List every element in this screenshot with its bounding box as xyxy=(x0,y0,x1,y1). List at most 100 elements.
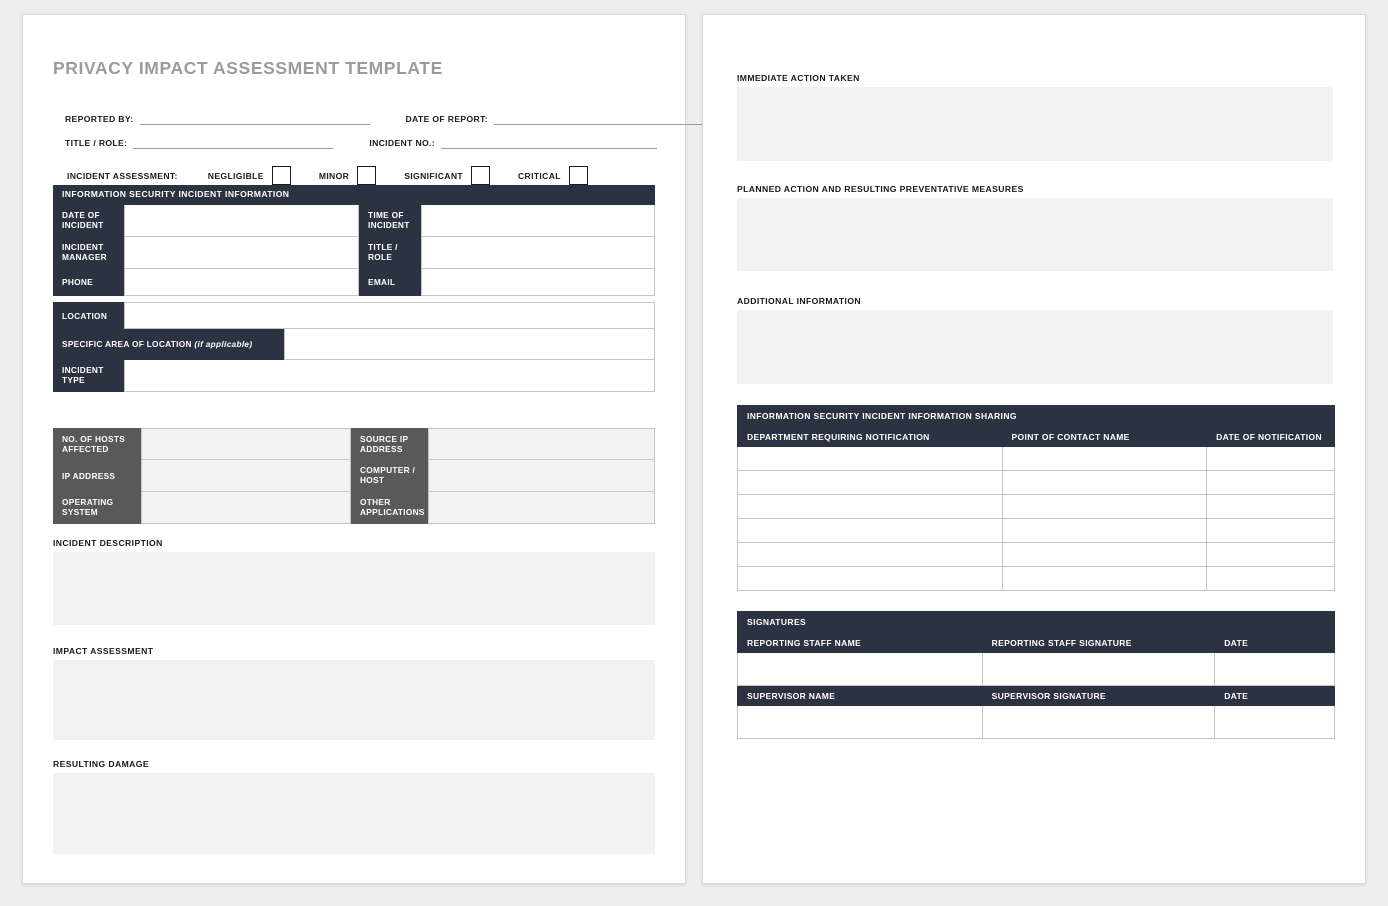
document-page-2: IMMEDIATE ACTION TAKEN PLANNED ACTION AN… xyxy=(702,14,1366,884)
assessment-option-negligible[interactable]: NEGLIGIBLE xyxy=(208,166,291,185)
cell-department[interactable] xyxy=(737,470,1003,495)
incident-assessment-label: INCIDENT ASSESSMENT: xyxy=(67,170,178,181)
planned-action-block: PLANNED ACTION AND RESULTING PREVENTATIV… xyxy=(737,184,1333,271)
impact-assessment-input[interactable] xyxy=(53,660,655,740)
incident-description-input[interactable] xyxy=(53,552,655,625)
checkbox-negligible[interactable] xyxy=(271,166,291,185)
assessment-option-critical[interactable]: CRITICAL xyxy=(518,166,588,185)
cell-date[interactable] xyxy=(1206,566,1335,591)
meta-row-1: REPORTED BY: DATE OF REPORT: xyxy=(65,112,710,125)
input-ip-address[interactable] xyxy=(141,460,351,492)
input-phone[interactable] xyxy=(124,268,359,296)
date-of-report-input[interactable] xyxy=(493,112,710,125)
date-of-report-label: DATE OF REPORT: xyxy=(405,114,488,124)
label-operating-system: OPERATING SYSTEM xyxy=(53,492,141,524)
cell-date[interactable] xyxy=(1206,494,1335,519)
assessment-option-minor[interactable]: MINOR xyxy=(319,166,377,185)
input-supervisor-date[interactable] xyxy=(1214,705,1335,739)
cell-date[interactable] xyxy=(1206,542,1335,567)
label-date-of-incident: DATE OF INCIDENT xyxy=(53,204,124,237)
cell-contact[interactable] xyxy=(1001,542,1208,567)
input-source-ip-address[interactable] xyxy=(428,428,655,460)
immediate-action-input[interactable] xyxy=(737,87,1333,161)
title-role-input[interactable] xyxy=(133,136,333,149)
incident-information-banner: INFORMATION SECURITY INCIDENT INFORMATIO… xyxy=(53,185,655,205)
input-operating-system[interactable] xyxy=(141,492,351,524)
input-incident-type[interactable] xyxy=(124,359,655,392)
planned-action-input[interactable] xyxy=(737,198,1333,271)
input-computer-host[interactable] xyxy=(428,460,655,492)
information-sharing-table: INFORMATION SECURITY INCIDENT INFORMATIO… xyxy=(737,405,1335,591)
incident-no-field[interactable]: INCIDENT NO.: xyxy=(369,136,657,149)
cell-department[interactable] xyxy=(737,494,1003,519)
incident-no-input[interactable] xyxy=(441,136,657,149)
input-reporting-staff-name[interactable] xyxy=(737,652,983,686)
checkbox-critical[interactable] xyxy=(568,166,588,185)
additional-information-input[interactable] xyxy=(737,310,1333,384)
input-email[interactable] xyxy=(421,268,655,296)
input-specific-area-of-location[interactable] xyxy=(284,328,655,360)
col-reporting-staff-signature: REPORTING STAFF SIGNATURE xyxy=(981,632,1216,653)
title-role-field[interactable]: TITLE / ROLE: xyxy=(65,136,333,149)
table-row: INCIDENT MANAGER TITLE / ROLE xyxy=(53,236,655,269)
signatures-table: SIGNATURES REPORTING STAFF NAME REPORTIN… xyxy=(737,611,1335,739)
cell-date[interactable] xyxy=(1206,470,1335,495)
impact-assessment-block: IMPACT ASSESSMENT xyxy=(53,646,655,740)
reported-by-field[interactable]: REPORTED BY: xyxy=(65,112,370,125)
table-banner-row: INFORMATION SECURITY INCIDENT INFORMATIO… xyxy=(737,405,1335,427)
table-row xyxy=(737,470,1335,495)
assessment-option-significant[interactable]: SIGNIFICANT xyxy=(404,166,490,185)
col-date-of-notification: DATE OF NOTIFICATION xyxy=(1206,426,1335,447)
cell-contact[interactable] xyxy=(1001,446,1208,471)
resulting-damage-input[interactable] xyxy=(53,773,655,854)
input-no-of-hosts-affected[interactable] xyxy=(141,428,351,460)
label-source-ip-address: SOURCE IP ADDRESS xyxy=(351,428,428,460)
checkbox-significant[interactable] xyxy=(470,166,490,185)
input-supervisor-name[interactable] xyxy=(737,705,983,739)
table-row: DATE OF INCIDENT TIME OF INCIDENT xyxy=(53,204,655,237)
cell-date[interactable] xyxy=(1206,518,1335,543)
table-row: SPECIFIC AREA OF LOCATION (if applicable… xyxy=(53,328,655,360)
input-time-of-incident[interactable] xyxy=(421,204,655,237)
label-no-of-hosts-affected: NO. OF HOSTS AFFECTED xyxy=(53,428,141,460)
cell-contact[interactable] xyxy=(1001,470,1208,495)
input-reporting-date[interactable] xyxy=(1214,652,1335,686)
cell-department[interactable] xyxy=(737,518,1003,543)
table-row xyxy=(737,542,1335,567)
incident-information-table: INFORMATION SECURITY INCIDENT INFORMATIO… xyxy=(53,185,655,392)
input-supervisor-signature[interactable] xyxy=(981,705,1216,739)
table-header-row: REPORTING STAFF NAME REPORTING STAFF SIG… xyxy=(737,632,1335,653)
table-row: INCIDENT TYPE xyxy=(53,359,655,392)
reported-by-input[interactable] xyxy=(139,112,370,125)
resulting-damage-block: RESULTING DAMAGE xyxy=(53,759,655,854)
table-row xyxy=(737,705,1335,739)
input-other-applications[interactable] xyxy=(428,492,655,524)
input-title-role[interactable] xyxy=(421,236,655,269)
input-reporting-staff-signature[interactable] xyxy=(981,652,1216,686)
cell-department[interactable] xyxy=(737,566,1003,591)
cell-date[interactable] xyxy=(1206,446,1335,471)
label-computer-host: COMPUTER / HOST xyxy=(351,460,428,492)
planned-action-label: PLANNED ACTION AND RESULTING PREVENTATIV… xyxy=(737,184,1024,194)
input-date-of-incident[interactable] xyxy=(124,204,359,237)
label-location: LOCATION xyxy=(53,301,124,329)
input-incident-manager[interactable] xyxy=(124,236,359,269)
table-header-row: SUPERVISOR NAME SUPERVISOR SIGNATURE DAT… xyxy=(737,685,1335,706)
cell-department[interactable] xyxy=(737,542,1003,567)
cell-department[interactable] xyxy=(737,446,1003,471)
checkbox-minor[interactable] xyxy=(357,166,377,185)
col-reporting-date: DATE xyxy=(1214,632,1335,653)
table-header-row: DEPARTMENT REQUIRING NOTIFICATION POINT … xyxy=(737,426,1335,447)
col-supervisor-signature: SUPERVISOR SIGNATURE xyxy=(981,685,1216,706)
cell-contact[interactable] xyxy=(1001,566,1208,591)
col-supervisor-name: SUPERVISOR NAME xyxy=(737,685,983,706)
assessment-option-negligible-label: NEGLIGIBLE xyxy=(207,170,264,181)
title-role-label: TITLE / ROLE: xyxy=(65,138,128,148)
cell-contact[interactable] xyxy=(1001,518,1208,543)
input-location[interactable] xyxy=(124,301,655,329)
date-of-report-field[interactable]: DATE OF REPORT: xyxy=(406,112,710,125)
incident-description-block: INCIDENT DESCRIPTION xyxy=(53,538,655,625)
cell-contact[interactable] xyxy=(1001,494,1208,519)
host-information-table: NO. OF HOSTS AFFECTED SOURCE IP ADDRESS … xyxy=(53,428,655,524)
label-specific-area-of-location: SPECIFIC AREA OF LOCATION (if applicable… xyxy=(53,328,284,360)
